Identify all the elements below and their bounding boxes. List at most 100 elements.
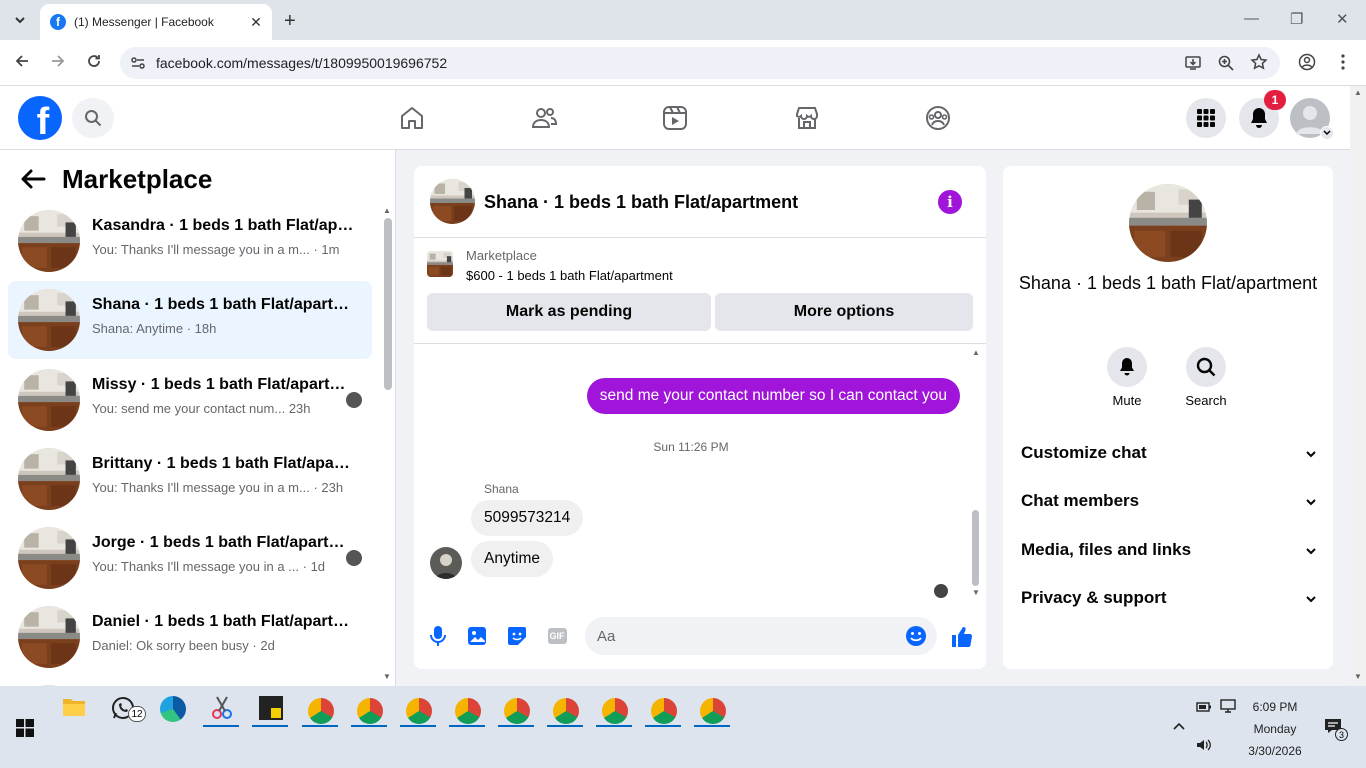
conversation-time: · 18h xyxy=(186,321,217,336)
chat-members-section[interactable]: Chat members xyxy=(1021,486,1317,516)
chat-scrollbar[interactable] xyxy=(972,510,979,586)
gif-icon[interactable]: GIF xyxy=(545,624,569,648)
account-chevron-icon[interactable] xyxy=(1320,126,1334,140)
edge-icon[interactable] xyxy=(160,696,186,722)
chrome-profile-icon[interactable] xyxy=(504,698,530,724)
conversation-item[interactable]: Brittany · 1 beds 1 bath Flat/apartment … xyxy=(8,440,372,518)
conversation-preview: You: Thanks I'll message you in a ... xyxy=(92,559,299,574)
file-explorer-icon[interactable] xyxy=(62,696,86,723)
sidebar-scrollbar[interactable] xyxy=(384,218,392,390)
conversation-item[interactable]: Daniel · 1 beds 1 bath Flat/apartment Da… xyxy=(8,598,372,676)
video-tab-icon[interactable] xyxy=(659,102,691,134)
page-scrollbar[interactable]: ▲ ▼ xyxy=(1350,86,1366,686)
microphone-icon[interactable] xyxy=(426,624,450,648)
chrome-profile-icon[interactable] xyxy=(602,698,628,724)
chrome-profile-icon[interactable] xyxy=(651,698,677,724)
install-app-icon[interactable] xyxy=(1184,54,1202,75)
chat-title[interactable]: Shana · 1 beds 1 bath Flat/apartment xyxy=(484,192,798,213)
sender-name: Shana xyxy=(484,482,519,496)
snipping-tool-icon[interactable] xyxy=(209,695,235,726)
friends-tab-icon[interactable] xyxy=(528,102,560,134)
photo-icon[interactable] xyxy=(465,624,489,648)
mute-button[interactable]: Mute xyxy=(1097,347,1157,408)
details-avatar[interactable] xyxy=(1129,184,1207,262)
browser-menu-icon[interactable] xyxy=(1340,53,1346,76)
like-icon[interactable] xyxy=(949,624,975,650)
listing-avatar xyxy=(18,210,80,272)
chrome-profile-icon[interactable] xyxy=(308,698,334,724)
clock-date: 3/30/2026 xyxy=(1248,744,1302,758)
chrome-profile-icon[interactable] xyxy=(553,698,579,724)
close-window-icon[interactable]: ✕ xyxy=(1336,10,1349,28)
conversation-item-selected[interactable]: Shana · 1 beds 1 bath Flat/apartment Sha… xyxy=(8,281,372,359)
home-tab-icon[interactable] xyxy=(396,102,428,134)
conversation-item[interactable]: Kasandra · 1 beds 1 bath Flat/apartment … xyxy=(8,202,372,280)
conversation-item[interactable]: Jorge · 1 beds 1 bath Flat/apartment You… xyxy=(8,519,372,597)
network-icon[interactable] xyxy=(1220,699,1236,718)
outgoing-message[interactable]: send me your contact number so I can con… xyxy=(586,378,960,414)
chrome-profile-icon[interactable] xyxy=(357,698,383,724)
profile-icon[interactable] xyxy=(1298,53,1316,76)
customize-chat-section[interactable]: Customize chat xyxy=(1021,438,1317,468)
page-scroll-down-icon[interactable]: ▼ xyxy=(1354,672,1362,681)
facebook-search-button[interactable] xyxy=(72,98,114,138)
marketplace-tab-icon[interactable] xyxy=(791,102,823,134)
chrome-profile-icon[interactable] xyxy=(455,698,481,724)
conversation-item[interactable] xyxy=(8,677,372,686)
more-options-button[interactable]: More options xyxy=(715,293,973,331)
emoji-icon[interactable] xyxy=(905,625,927,651)
chrome-profile-icon[interactable] xyxy=(406,698,432,724)
battery-icon[interactable] xyxy=(1196,700,1212,718)
address-bar[interactable]: facebook.com/messages/t/1809950019696752 xyxy=(120,47,1280,79)
listing-thumbnail[interactable] xyxy=(427,251,453,277)
volume-icon[interactable] xyxy=(1196,738,1212,757)
chevron-down-icon xyxy=(1305,491,1317,511)
info-icon[interactable]: i xyxy=(938,190,962,214)
privacy-support-section[interactable]: Privacy & support xyxy=(1021,583,1317,613)
show-hidden-icons-chevron-icon[interactable] xyxy=(1172,718,1186,736)
marketplace-listing-bar: Marketplace $600 - 1 beds 1 bath Flat/ap… xyxy=(414,238,986,344)
back-arrow-icon[interactable] xyxy=(20,168,46,195)
restore-icon[interactable]: ❐ xyxy=(1290,10,1303,28)
minimize-icon[interactable]: — xyxy=(1244,10,1259,27)
bookmark-star-icon[interactable] xyxy=(1250,53,1268,74)
mute-label: Mute xyxy=(1112,393,1142,408)
tab-search-icon[interactable] xyxy=(12,12,28,33)
sticky-notes-icon[interactable] xyxy=(259,696,283,720)
conversation-item[interactable]: Missy · 1 beds 1 bath Flat/apartment You… xyxy=(8,361,372,439)
chat-scroll-down-icon[interactable]: ▼ xyxy=(972,588,980,597)
sender-avatar[interactable] xyxy=(430,547,462,579)
forward-icon[interactable] xyxy=(50,53,66,74)
new-tab-icon[interactable]: + xyxy=(284,10,296,33)
close-tab-icon[interactable]: ✕ xyxy=(246,14,266,31)
message-timestamp: Sun 11:26 PM xyxy=(653,440,729,454)
browser-tab-messenger[interactable]: f (1) Messenger | Facebook ✕ xyxy=(40,4,272,40)
chat-scroll-up-icon[interactable]: ▲ xyxy=(972,348,980,357)
incoming-message[interactable]: 5099573214 xyxy=(471,500,584,536)
facebook-logo-icon[interactable]: f xyxy=(18,96,62,140)
listing-avatar xyxy=(18,289,80,351)
message-input[interactable]: Aa xyxy=(585,617,937,655)
site-settings-icon[interactable] xyxy=(130,55,146,74)
windows-start-icon[interactable] xyxy=(16,719,34,742)
scroll-down-icon[interactable]: ▼ xyxy=(383,672,391,681)
groups-tab-icon[interactable] xyxy=(922,102,954,134)
mark-as-pending-button[interactable]: Mark as pending xyxy=(427,293,711,331)
search-button[interactable]: Search xyxy=(1176,347,1236,408)
conversation-time: 23h xyxy=(288,401,311,416)
back-icon[interactable] xyxy=(14,53,30,74)
chevron-down-icon xyxy=(1305,443,1317,463)
incoming-message[interactable]: Anytime xyxy=(471,541,553,577)
scroll-up-icon[interactable]: ▲ xyxy=(383,206,391,215)
conversation-name: Daniel · 1 beds 1 bath Flat/apartment xyxy=(92,613,354,630)
menu-grid-button[interactable] xyxy=(1186,98,1226,138)
page-scroll-up-icon[interactable]: ▲ xyxy=(1354,88,1362,97)
media-files-links-section[interactable]: Media, files and links xyxy=(1021,535,1317,565)
chat-avatar[interactable] xyxy=(430,179,475,224)
chrome-profile-icon[interactable] xyxy=(700,698,726,724)
zoom-icon[interactable] xyxy=(1217,54,1235,75)
taskbar-clock[interactable]: 6:09 PM Monday 3/30/2026 xyxy=(1240,696,1310,762)
sticker-icon[interactable] xyxy=(505,624,529,648)
reload-icon[interactable] xyxy=(86,53,102,74)
listing-detail[interactable]: $600 - 1 beds 1 bath Flat/apartment xyxy=(466,268,673,283)
